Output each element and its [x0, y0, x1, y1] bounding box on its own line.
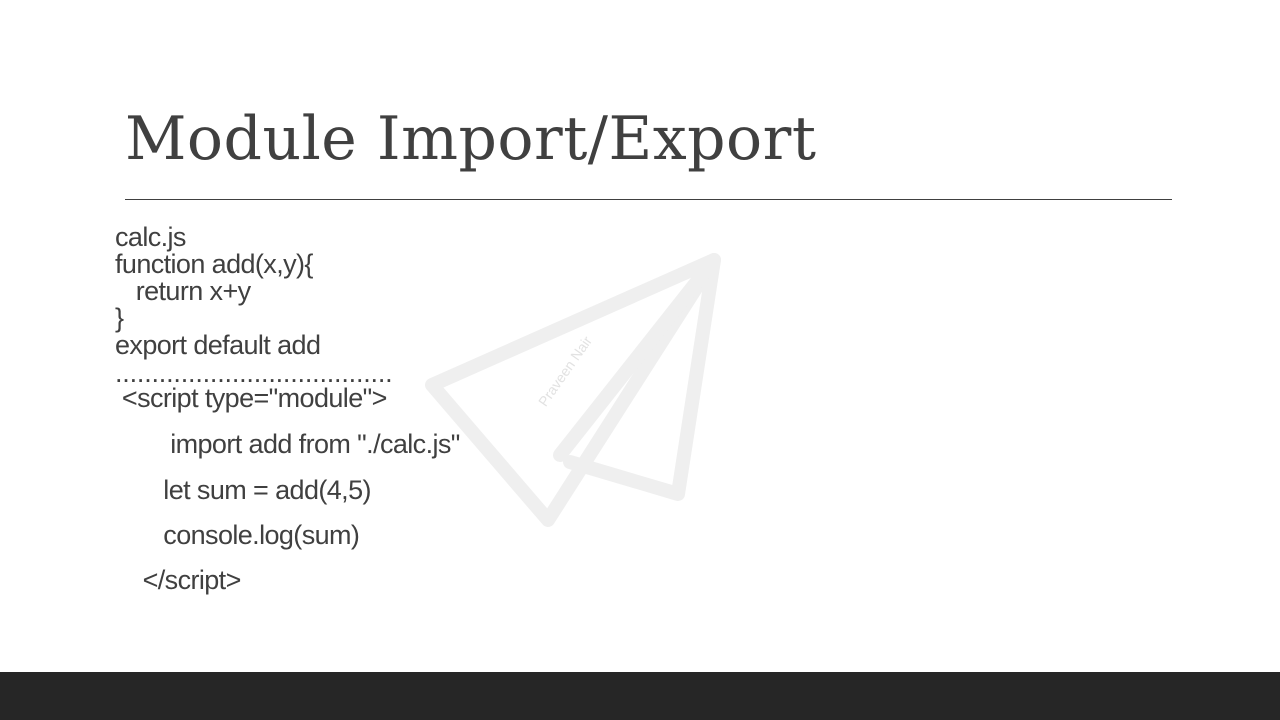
code-line: import add from "./calc.js" — [115, 429, 460, 459]
footer-bar — [0, 672, 1280, 720]
code-line: } — [115, 303, 124, 333]
title-divider — [125, 199, 1172, 200]
code-line: export default add — [115, 330, 321, 360]
slide-title: Module Import/Export — [125, 104, 817, 174]
code-line: </script> — [115, 565, 242, 595]
code-line: function add(x,y){ — [115, 249, 313, 279]
code-line: let sum = add(4,5) — [115, 475, 371, 505]
code-line: return x+y — [115, 276, 251, 306]
code-line: console.log(sum) — [115, 520, 360, 550]
code-line: calc.js — [115, 222, 186, 252]
code-line: <script type="module"> — [115, 383, 387, 413]
